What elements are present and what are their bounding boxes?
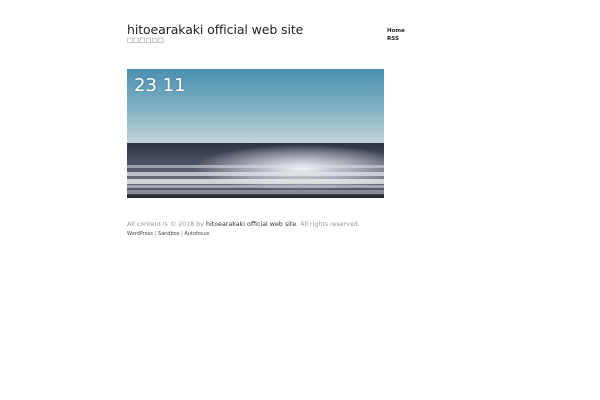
credit-sandbox-link[interactable]: Sandbox	[158, 231, 180, 237]
credit-wordpress-link[interactable]: WordPress	[127, 231, 153, 237]
featured-post[interactable]: 23 11	[127, 69, 384, 198]
nav-item-home[interactable]: Home	[387, 27, 405, 35]
footer-copyright: All content is © 2018 by hitoearakaki of…	[127, 221, 360, 228]
main-nav: Home RSS	[387, 27, 405, 43]
footer-suffix: . All rights reserved.	[296, 221, 360, 228]
page: hitoearakaki official web site □□□□□□ Ho…	[0, 0, 600, 400]
site-description: □□□□□□	[127, 36, 164, 44]
footer-credits: WordPress | Sandbox | Autofocus	[127, 231, 209, 237]
footer-site-link[interactable]: hitoearakaki official web site	[206, 221, 296, 228]
post-date-label: 23 11	[134, 75, 204, 96]
credit-autofocus-link[interactable]: Autofocus	[184, 231, 209, 237]
nav-item-rss[interactable]: RSS	[387, 35, 405, 43]
site-title-link[interactable]: hitoearakaki official web site	[127, 22, 303, 37]
footer-prefix: All content is © 2018 by	[127, 221, 207, 228]
